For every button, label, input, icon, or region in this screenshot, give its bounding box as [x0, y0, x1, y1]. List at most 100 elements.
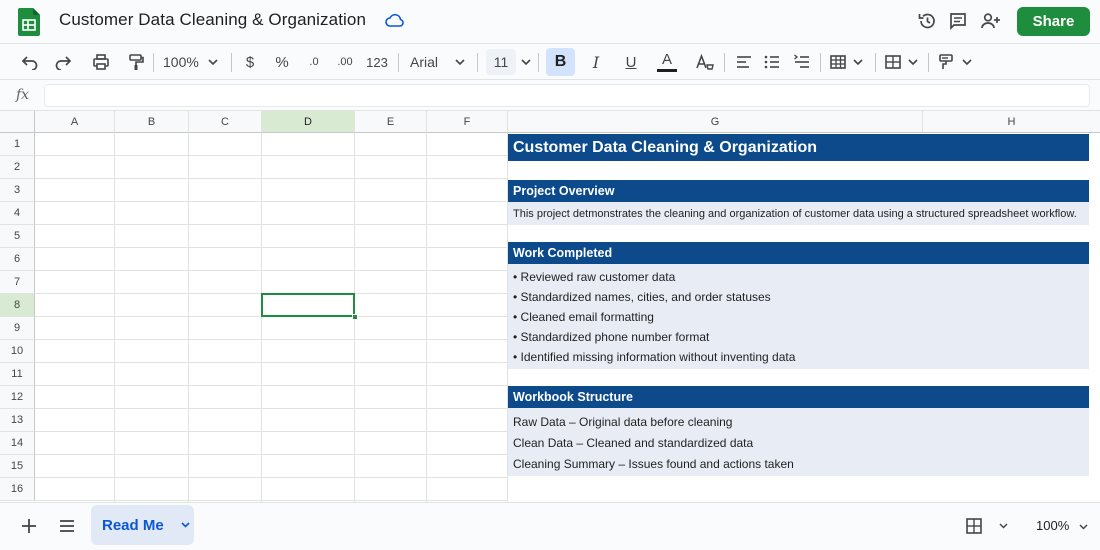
add-people-icon[interactable]	[980, 11, 1000, 31]
font-size-input[interactable]: 11	[486, 49, 516, 75]
row-header[interactable]: 1	[0, 133, 35, 156]
chevron-down-icon	[181, 522, 190, 528]
row-header[interactable]: 7	[0, 271, 35, 294]
row-header[interactable]: 6	[0, 248, 35, 271]
grid-line	[35, 454, 507, 455]
document-title[interactable]: Customer Data Cleaning & Organization	[59, 10, 366, 30]
bottom-zoom-select[interactable]: 100%	[1036, 518, 1088, 533]
column-header-h[interactable]: H	[923, 111, 1100, 133]
work-completed-heading[interactable]: Work Completed	[508, 242, 1089, 264]
underline-button[interactable]: U	[620, 44, 642, 80]
toolbar-divider	[928, 53, 929, 72]
insert-table-button[interactable]	[829, 44, 869, 80]
horizontal-align-icon[interactable]	[733, 44, 755, 80]
redo-icon[interactable]	[51, 44, 75, 80]
sheets-logo-icon[interactable]	[18, 8, 40, 36]
increase-decimal-button[interactable]: .00	[333, 44, 357, 80]
row-header[interactable]: 4	[0, 202, 35, 225]
all-sheets-menu-icon[interactable]	[56, 515, 78, 537]
column-header-b[interactable]: B	[115, 111, 189, 133]
add-sheet-icon[interactable]	[18, 515, 40, 537]
chevron-down-icon[interactable]	[996, 520, 1010, 532]
share-button[interactable]: Share	[1017, 7, 1090, 36]
list-item[interactable]: Cleaning Summary – Issues found and acti…	[513, 457, 794, 471]
grid-line	[35, 224, 507, 225]
zoom-value: 100%	[163, 54, 199, 70]
list-item[interactable]: • Cleaned email formatting	[513, 310, 654, 324]
row-header[interactable]: 2	[0, 156, 35, 179]
list-item[interactable]: • Reviewed raw customer data	[513, 270, 675, 284]
cloud-saved-icon[interactable]	[385, 12, 405, 30]
bold-button[interactable]: B	[546, 48, 575, 76]
row-header[interactable]: 3	[0, 179, 35, 202]
row-header[interactable]: 5	[0, 225, 35, 248]
version-history-icon[interactable]	[917, 11, 937, 31]
font-size-chevron-icon[interactable]	[519, 44, 533, 80]
percent-format-button[interactable]: %	[272, 44, 292, 80]
workbook-structure-heading[interactable]: Workbook Structure	[508, 386, 1089, 408]
column-header-g[interactable]: G	[508, 111, 923, 133]
list-item[interactable]: • Identified missing information without…	[513, 350, 795, 364]
zoom-select[interactable]: 100%	[163, 44, 223, 80]
grid-line	[114, 133, 115, 502]
undo-icon[interactable]	[18, 44, 42, 80]
currency-format-button[interactable]: $	[240, 44, 260, 80]
list-item[interactable]: Clean Data – Cleaned and standardized da…	[513, 436, 753, 450]
chevron-down-icon	[208, 59, 218, 65]
more-formats-button[interactable]: 123	[364, 44, 390, 80]
formula-input[interactable]	[44, 84, 1090, 107]
main-heading[interactable]: Customer Data Cleaning & Organization	[508, 134, 1089, 161]
row-header[interactable]: 10	[0, 340, 35, 363]
row-header[interactable]: 13	[0, 409, 35, 432]
column-header-a[interactable]: A	[35, 111, 115, 133]
column-header-e[interactable]: E	[355, 111, 427, 133]
grid-line	[261, 133, 262, 502]
overview-text[interactable]: This project detmonstrates the cleaning …	[513, 208, 1077, 220]
text-color-button[interactable]: A	[655, 44, 679, 80]
column-header-c[interactable]: C	[189, 111, 262, 133]
grid-line	[35, 385, 507, 386]
italic-button[interactable]: I	[585, 44, 607, 80]
decrease-decimal-label: .0	[309, 56, 319, 68]
grid-line	[35, 339, 507, 340]
font-select[interactable]: Arial	[410, 44, 470, 80]
row-header[interactable]: 9	[0, 317, 35, 340]
row-header[interactable]: 15	[0, 455, 35, 478]
chevron-down-icon	[853, 59, 863, 65]
row-header[interactable]: 14	[0, 432, 35, 455]
clear-formatting-icon[interactable]	[693, 44, 717, 80]
select-all-corner[interactable]	[0, 111, 35, 133]
paint-format-icon[interactable]	[124, 44, 148, 80]
sheet-tab-read-me[interactable]: Read Me	[91, 505, 194, 545]
text-color-letter: A	[661, 51, 672, 68]
row-header[interactable]: 12	[0, 386, 35, 409]
conditional-format-button[interactable]	[938, 44, 978, 80]
spreadsheet-grid[interactable]: A B C D E F G H 1 2 3 4 5 6 7 8 9 10 11 …	[0, 111, 1100, 502]
list-item[interactable]: • Standardized names, cities, and order …	[513, 290, 771, 304]
toolbar-divider	[820, 53, 821, 72]
decrease-decimal-button[interactable]: .0	[303, 44, 325, 80]
row-header[interactable]: 11	[0, 363, 35, 386]
list-item[interactable]: • Standardized phone number format	[513, 330, 709, 344]
overview-heading[interactable]: Project Overview	[508, 180, 1089, 202]
grid-line	[35, 270, 507, 271]
column-header-f[interactable]: F	[427, 111, 508, 133]
numbered-list-icon[interactable]	[761, 44, 783, 80]
top-bar: Customer Data Cleaning & Organization Sh…	[0, 0, 1100, 42]
sheet-view-icon[interactable]	[964, 516, 984, 536]
list-item[interactable]: Raw Data – Original data before cleaning	[513, 415, 732, 429]
sheet-tab-label: Read Me	[102, 516, 164, 534]
bulleted-list-icon[interactable]	[791, 44, 813, 80]
row-header[interactable]: 8	[0, 294, 35, 317]
list-item-text: Standardized phone number format	[520, 330, 710, 344]
row-header[interactable]: 16	[0, 478, 35, 501]
comments-icon[interactable]	[948, 11, 968, 31]
print-icon[interactable]	[89, 44, 113, 80]
fill-handle[interactable]	[352, 314, 358, 320]
column-header-d[interactable]: D	[262, 111, 355, 133]
active-cell-d8[interactable]	[261, 293, 355, 317]
borders-button[interactable]	[884, 44, 924, 80]
list-item-text: Reviewed raw customer data	[520, 270, 676, 284]
grid-line	[35, 362, 507, 363]
format-paint-icon	[939, 54, 953, 69]
